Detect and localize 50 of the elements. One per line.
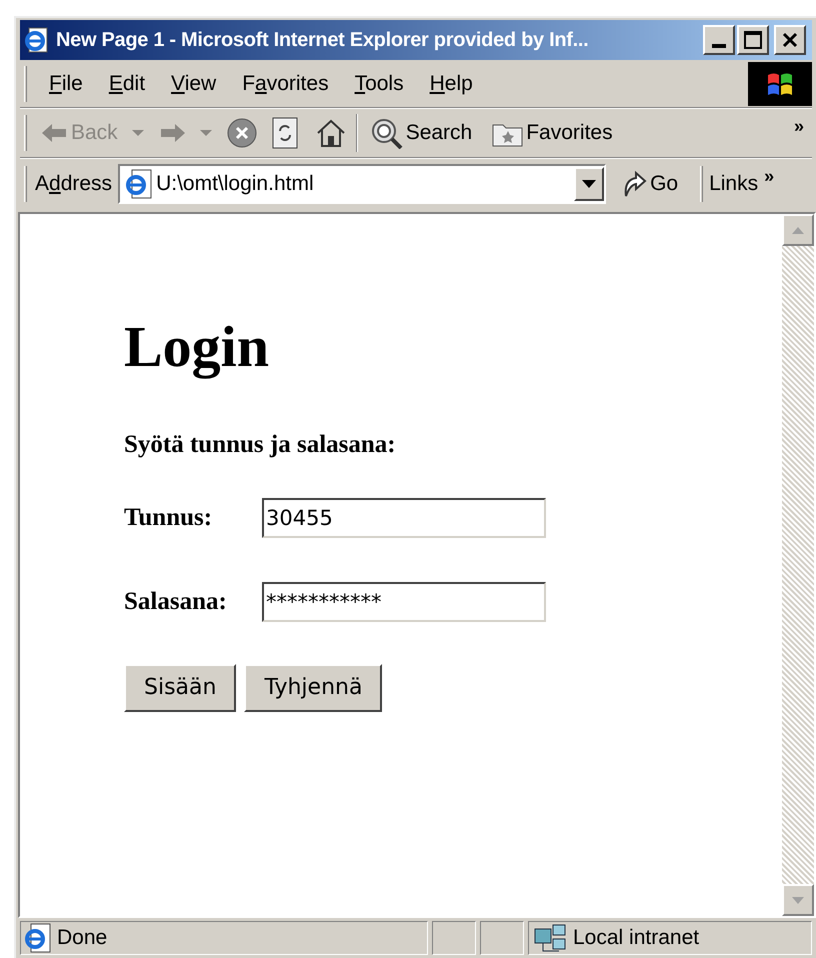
form-button[interactable]: Sisään <box>124 664 236 712</box>
window-title: New Page 1 - Microsoft Internet Explorer provided by Inf... <box>56 28 590 53</box>
menu-item[interactable]: Help <box>422 68 481 100</box>
instruction-text: Syötä tunnus ja salasana: <box>124 430 397 460</box>
go-button[interactable]: Go <box>622 168 678 200</box>
windows-logo-icon <box>748 62 812 106</box>
browser-logo-icon <box>24 26 50 54</box>
menu-item[interactable]: Tools <box>346 68 412 100</box>
input-field[interactable]: *********** <box>262 582 546 622</box>
field-label: Tunnus: <box>124 502 214 533</box>
maximize-icon <box>744 31 762 49</box>
search-icon <box>370 117 404 149</box>
zone-text: Local intranet <box>573 925 700 952</box>
page-icon <box>23 923 51 953</box>
menu-item[interactable]: View <box>163 68 224 100</box>
home-icon[interactable] <box>316 118 346 148</box>
more-chevron[interactable]: » <box>764 163 774 190</box>
dropdown-arrow-icon <box>582 180 596 188</box>
vertical-scrollbar[interactable] <box>782 214 814 916</box>
status-panel <box>432 921 476 955</box>
refresh-icon[interactable] <box>272 117 298 149</box>
minimize-icon <box>712 44 726 48</box>
page-icon <box>124 168 152 198</box>
up-arrow-icon <box>792 226 804 234</box>
favorites-button[interactable]: Favorites <box>492 117 613 149</box>
scroll-down-button[interactable] <box>782 884 814 916</box>
more-chevron[interactable]: » <box>794 113 804 140</box>
maximize-button[interactable] <box>737 25 769 55</box>
back-arrow-icon <box>41 123 67 143</box>
menu-item[interactable]: Edit <box>100 68 154 100</box>
dropdown-button[interactable] <box>574 166 604 200</box>
down-arrow-icon <box>792 896 804 904</box>
field-label: Salasana: <box>124 586 228 617</box>
scroll-up-button[interactable] <box>782 214 814 246</box>
address-field[interactable]: U:\omt\login.html <box>118 164 606 204</box>
links-button[interactable]: Links <box>709 168 758 200</box>
minimize-button[interactable] <box>703 25 735 55</box>
close-icon <box>782 32 798 48</box>
address-label: Address <box>35 170 112 197</box>
close-button[interactable] <box>774 25 806 55</box>
stop-icon[interactable] <box>226 117 258 149</box>
network-computers-icon <box>533 923 567 953</box>
menu-item[interactable]: File <box>41 68 91 100</box>
search-button[interactable]: Search <box>370 117 472 149</box>
go-arrow-icon <box>622 170 648 198</box>
status-panel <box>480 921 524 955</box>
status-text: Done <box>57 925 108 952</box>
menu-item[interactable]: Favorites <box>234 68 337 100</box>
input-field[interactable]: 30455 <box>262 498 546 538</box>
form-button[interactable]: Tyhjennä <box>244 664 382 712</box>
